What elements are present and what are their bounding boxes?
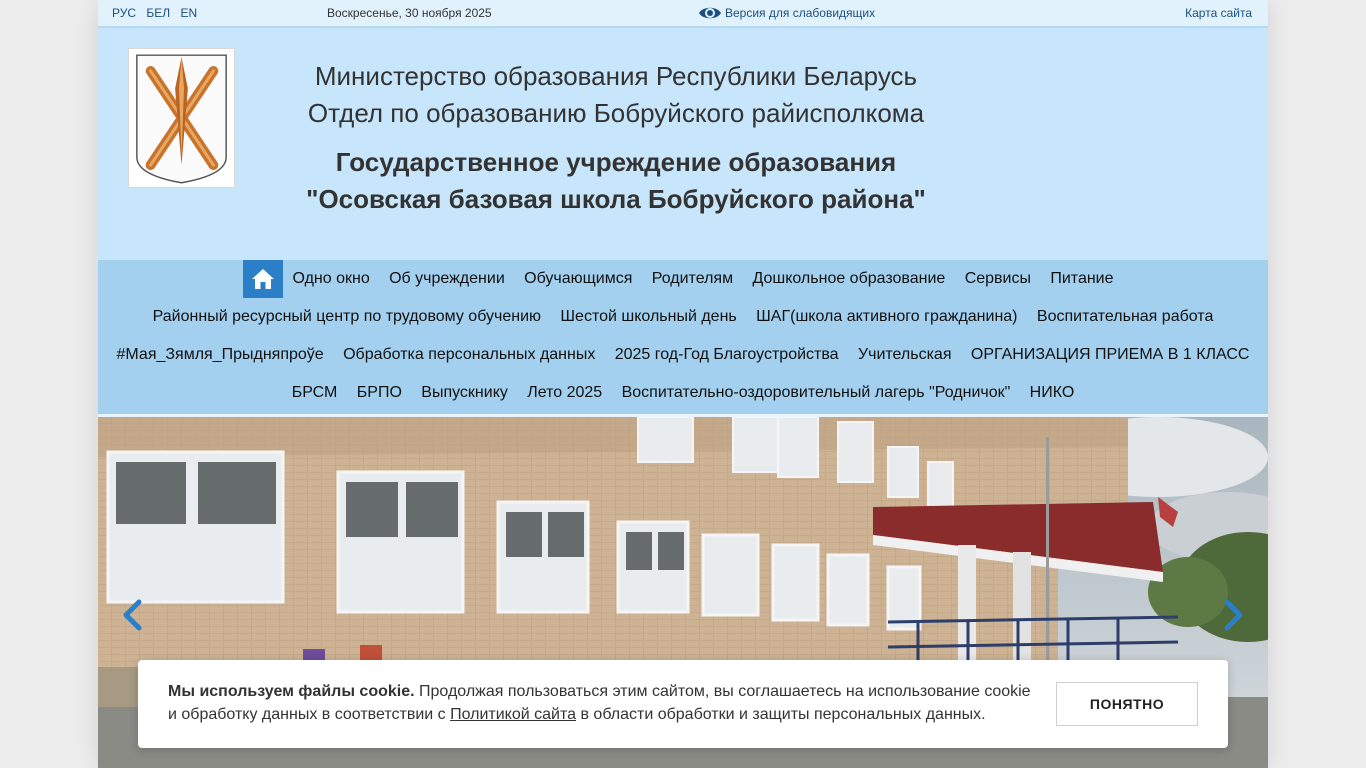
accessibility-label: Версия для слабовидящих [725,6,876,20]
nav-item-admission[interactable]: ОРГАНИЗАЦИЯ ПРИЕМА В 1 КЛАСС [961,336,1259,374]
nav-item-shag[interactable]: ШАГ(школа активного гражданина) [746,298,1027,336]
nav-item-niko[interactable]: НИКО [1020,374,1084,412]
home-icon [251,269,274,289]
nav-row-1: Одно окно Об учреждении Обучающимся Роди… [98,260,1268,298]
nav-item-brpo[interactable]: БРПО [347,374,412,412]
lang-ru[interactable]: РУС [112,6,136,20]
nav-item-teachers[interactable]: Учительская [848,336,961,374]
nav-item-nutrition[interactable]: Питание [1041,260,1124,298]
coat-of-arms-icon [136,54,227,184]
chevron-left-icon [123,599,142,631]
accessibility-link[interactable]: Версия для слабовидящих [698,3,875,23]
nav-item-resource-center[interactable]: Районный ресурсный центр по трудовому об… [143,298,551,336]
nav-item-year-2025[interactable]: 2025 год-Год Благоустройства [605,336,848,374]
nav-item-camp[interactable]: Воспитательно-оздоровительный лагерь "Ро… [612,374,1020,412]
privacy-policy-link[interactable]: Политикой сайта [450,706,576,723]
cookie-bold: Мы используем файлы cookie. [168,683,415,700]
nav-row-2: Районный ресурсный центр по трудовому об… [98,298,1268,336]
school-name: "Осовская базовая школа Бобруйского райо… [306,184,926,214]
cookie-banner: Мы используем файлы cookie. Продолжая по… [138,660,1228,748]
nav-item-my-land[interactable]: #Мая_Зямля_Прыдняпроўе [107,336,334,374]
top-bar: РУС БЕЛ EN Воскресенье, 30 ноября 2025 В… [98,0,1268,28]
lang-en[interactable]: EN [180,6,197,20]
nav-item-graduates[interactable]: Выпускнику [412,374,518,412]
coat-of-arms[interactable] [128,48,235,188]
nav-item-preschool[interactable]: Дошкольное образование [743,260,955,298]
current-date: Воскресенье, 30 ноября 2025 [327,6,492,20]
nav-item-summer-2025[interactable]: Лето 2025 [518,374,612,412]
institution-type: Государственное учреждение образования [335,147,897,177]
page: РУС БЕЛ EN Воскресенье, 30 ноября 2025 В… [98,0,1268,768]
cookie-text-2: в области обработки и защиты персональны… [576,706,986,723]
nav-row-4: БРСМ БРПО Выпускнику Лето 2025 Воспитате… [98,374,1268,412]
home-button[interactable] [242,260,283,298]
language-switcher: РУС БЕЛ EN [112,6,203,20]
cookie-accept-button[interactable]: ПОНЯТНО [1056,682,1198,726]
nav-item-brsm[interactable]: БРСМ [282,374,347,412]
main-navigation: Одно окно Об учреждении Обучающимся Роди… [98,260,1268,417]
nav-item-about[interactable]: Об учреждении [379,260,514,298]
nav-item-personal-data[interactable]: Обработка персональных данных [333,336,605,374]
cookie-message: Мы используем файлы cookie. Продолжая по… [168,680,1038,726]
ministry-title: Министерство образования Республики Бела… [314,61,918,91]
nav-item-one-window[interactable]: Одно окно [283,260,380,298]
nav-row-3: #Мая_Зямля_Прыдняпроўе Обработка персона… [98,336,1268,374]
nav-item-students[interactable]: Обучающимся [514,260,642,298]
slider-next-button[interactable] [1220,597,1248,633]
sitemap-link[interactable]: Карта сайта [1185,6,1252,20]
nav-item-upbringing[interactable]: Воспитательная работа [1027,298,1223,336]
site-header: Министерство образования Республики Бела… [98,28,1268,260]
slider-prev-button[interactable] [118,597,146,633]
nav-item-services[interactable]: Сервисы [955,260,1041,298]
chevron-right-icon [1224,599,1243,631]
eye-icon [699,7,721,19]
lang-be[interactable]: БЕЛ [146,6,170,20]
department-title: Отдел по образованию Бобруйского райиспо… [307,98,925,128]
nav-item-parents[interactable]: Родителям [642,260,743,298]
nav-item-sixth-day[interactable]: Шестой школьный день [551,298,747,336]
